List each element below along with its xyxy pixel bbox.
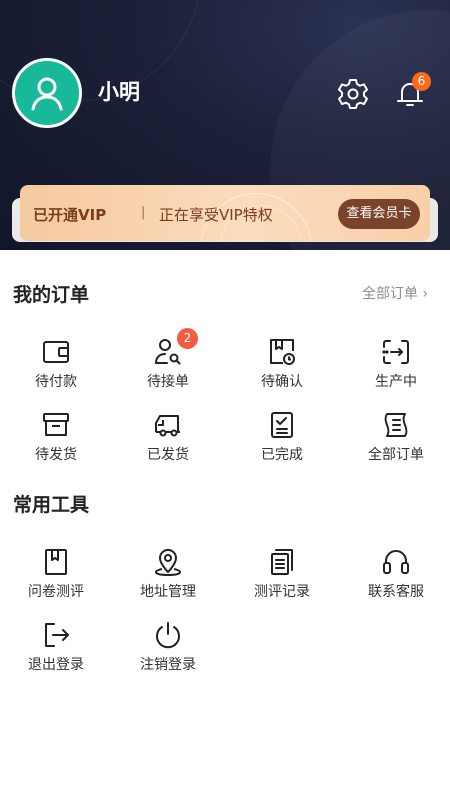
order-label: 已完成: [261, 447, 303, 463]
chevron-right-icon: ›: [422, 286, 429, 302]
pending-accept-badge: 2: [177, 328, 198, 349]
headset-icon: [383, 550, 409, 574]
notification-count-badge: 6: [412, 72, 431, 91]
order-pending-shipment[interactable]: 待发货: [16, 410, 96, 464]
order-label: 待发货: [35, 447, 77, 463]
user-icon: [31, 77, 63, 111]
order-shipped[interactable]: 已发货: [128, 410, 208, 464]
all-orders-link[interactable]: 全部订单 ›: [362, 283, 428, 303]
tool-deregister[interactable]: 注销登录: [128, 620, 208, 674]
order-all[interactable]: 全部订单: [356, 410, 436, 464]
settings-button[interactable]: [337, 77, 369, 109]
order-pending-accept[interactable]: 2 待接单: [128, 328, 208, 391]
gear-icon: [338, 79, 368, 109]
tool-label: 测评记录: [254, 584, 310, 600]
logout-icon: [45, 623, 69, 647]
vip-description: 正在享受VIP特权: [159, 206, 273, 224]
tool-label: 地址管理: [140, 584, 196, 600]
power-icon: [156, 622, 180, 649]
order-pending-payment[interactable]: 待付款: [16, 337, 96, 391]
tool-label: 联系客服: [368, 584, 424, 600]
order-completed[interactable]: 已完成: [242, 410, 322, 464]
vip-separator: |: [141, 205, 146, 220]
wallet-icon: [43, 341, 69, 363]
transfer-icon: [382, 340, 409, 364]
vip-status: 已开通VIP: [33, 206, 107, 224]
location-pin-icon: [155, 549, 181, 576]
username: 小明: [98, 80, 140, 104]
order-label: 全部订单: [368, 447, 424, 463]
order-label: 已发货: [147, 447, 189, 463]
box-icon: [43, 413, 69, 436]
vip-banner[interactable]: 已开通VIP | 正在享受VIP特权 查看会员卡: [20, 185, 430, 241]
scroll-icon: [384, 413, 408, 437]
view-membership-card-button[interactable]: 查看会员卡: [338, 199, 420, 229]
all-orders-link-label: 全部订单: [362, 286, 418, 302]
order-pending-confirm[interactable]: 待确认: [242, 337, 322, 391]
tool-logout[interactable]: 退出登录: [16, 620, 96, 674]
tool-label: 注销登录: [140, 657, 196, 673]
order-label: 生产中: [375, 374, 417, 390]
tool-assessment-records[interactable]: 测评记录: [242, 547, 322, 601]
clock-document-icon: [270, 339, 295, 365]
checklist-icon: [271, 412, 293, 438]
records-icon: [271, 549, 293, 575]
order-in-production[interactable]: 生产中: [356, 337, 436, 391]
avatar[interactable]: [12, 58, 82, 128]
order-label: 待确认: [261, 374, 303, 390]
tool-customer-service[interactable]: 联系客服: [356, 547, 436, 601]
bookmark-book-icon: [45, 549, 67, 575]
truck-icon: [155, 415, 180, 437]
orders-section-title: 我的订单: [13, 284, 90, 306]
tool-address-management[interactable]: 地址管理: [128, 547, 208, 601]
order-label: 待接单: [147, 374, 189, 390]
order-label: 待付款: [35, 374, 77, 390]
tool-questionnaire[interactable]: 问卷测评: [16, 547, 96, 601]
tools-section-title: 常用工具: [13, 494, 90, 516]
tool-label: 退出登录: [28, 657, 84, 673]
tool-label: 问卷测评: [28, 584, 84, 600]
